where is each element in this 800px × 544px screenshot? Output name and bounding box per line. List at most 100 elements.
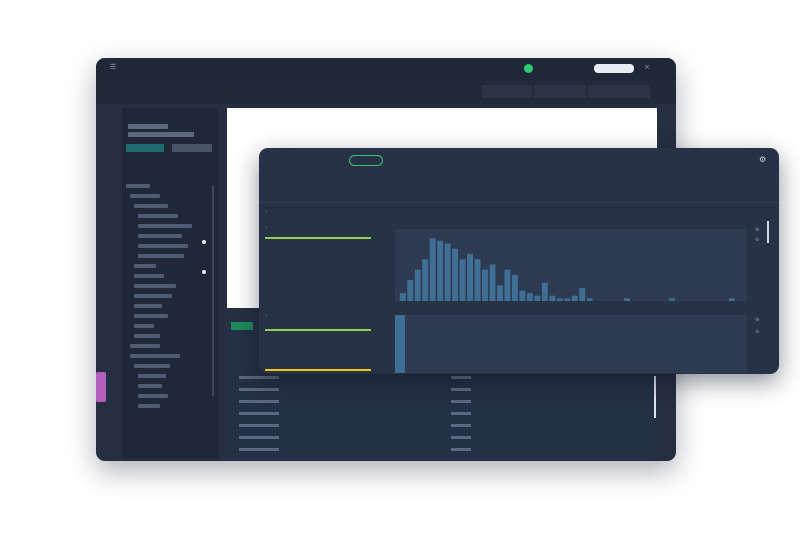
tree-item[interactable]: [134, 284, 176, 288]
tree-item[interactable]: [138, 254, 184, 258]
result-row[interactable]: [239, 400, 279, 403]
histogram-bar[interactable]: [429, 238, 436, 301]
histogram-bar[interactable]: [556, 298, 563, 301]
summary-row: [128, 132, 194, 137]
tree-item[interactable]: [134, 334, 160, 338]
control-group[interactable]: ›: [265, 209, 273, 215]
settings-gear-icon[interactable]: ⚙: [759, 155, 766, 164]
histogram-bar[interactable]: [467, 253, 473, 301]
histogram-bar[interactable]: [504, 269, 511, 301]
sidebar-search-input[interactable]: [128, 160, 212, 167]
tree-item[interactable]: [138, 214, 178, 218]
result-row[interactable]: [239, 412, 279, 415]
tree-item[interactable]: [126, 184, 150, 188]
tree-item[interactable]: [134, 364, 170, 368]
range-slider-yellow[interactable]: [265, 369, 371, 371]
histogram-bar[interactable]: [511, 274, 518, 301]
histogram-bar[interactable]: [399, 293, 406, 301]
result-row[interactable]: [451, 412, 471, 415]
summary-row: [128, 124, 168, 129]
toolbar-button[interactable]: [534, 85, 586, 98]
tree-item[interactable]: [138, 384, 162, 388]
histogram-bar[interactable]: [489, 264, 496, 301]
histogram-bar[interactable]: [541, 282, 548, 301]
histogram-bar[interactable]: [571, 295, 578, 301]
tree-item[interactable]: [134, 294, 172, 298]
tree-item[interactable]: [130, 354, 180, 358]
toolbar-button[interactable]: [482, 85, 532, 98]
tree-item[interactable]: [138, 374, 166, 378]
sidebar: [122, 108, 218, 458]
tree-item[interactable]: [130, 344, 160, 348]
tree-item[interactable]: [130, 194, 160, 198]
tree-item[interactable]: [138, 234, 182, 238]
control-group[interactable]: ›: [265, 313, 273, 319]
sidebar-scrollbar[interactable]: [212, 186, 214, 396]
histogram-bar[interactable]: [459, 259, 466, 301]
histogram-bar[interactable]: [414, 269, 421, 301]
tree-marker-icon: [202, 240, 206, 244]
zoom-in-icon[interactable]: ⊕: [755, 227, 759, 233]
histogram-bar[interactable]: [519, 290, 526, 301]
result-row[interactable]: [451, 424, 471, 427]
histogram-bar[interactable]: [549, 295, 556, 301]
zoom-in-icon[interactable]: ⊕: [755, 317, 759, 323]
histogram-bar[interactable]: [579, 287, 586, 301]
histogram-bar[interactable]: [422, 259, 429, 301]
tree-item[interactable]: [134, 304, 162, 308]
histogram-bar[interactable]: [444, 243, 451, 301]
histogram-bar[interactable]: [452, 248, 459, 301]
tree-item[interactable]: [138, 394, 168, 398]
tree-item[interactable]: [138, 244, 188, 248]
zoom-out-icon[interactable]: ⊖: [755, 329, 759, 335]
result-row[interactable]: [239, 388, 279, 391]
results-tab[interactable]: [231, 322, 253, 330]
result-row[interactable]: [239, 448, 279, 451]
results-scrollbar[interactable]: [654, 376, 656, 418]
range-slider-green[interactable]: [265, 237, 371, 239]
histogram-bar[interactable]: [624, 298, 631, 301]
menu-icon[interactable]: ☰: [110, 63, 116, 71]
toolbar-button[interactable]: [588, 85, 650, 98]
result-row[interactable]: [451, 436, 471, 439]
histogram-bar[interactable]: [669, 298, 675, 301]
histogram-bar[interactable]: [564, 298, 571, 301]
control-group[interactable]: ›: [265, 225, 273, 231]
dialog-tab-active[interactable]: [349, 155, 383, 166]
result-row[interactable]: [239, 424, 279, 427]
histogram-bar[interactable]: [482, 269, 488, 301]
chart-scroll-handle[interactable]: [767, 221, 769, 243]
side-extension-tab[interactable]: [96, 372, 106, 402]
secondary-plot-area[interactable]: [395, 315, 747, 373]
range-slider-green[interactable]: [265, 329, 371, 331]
histogram-bar[interactable]: [407, 280, 414, 301]
histogram-svg: [399, 238, 735, 301]
result-row[interactable]: [239, 436, 279, 439]
histogram-bar[interactable]: [474, 259, 481, 301]
tree-item[interactable]: [134, 324, 154, 328]
result-row[interactable]: [451, 376, 471, 379]
tree-item[interactable]: [134, 314, 168, 318]
result-row[interactable]: [451, 388, 471, 391]
sidebar-tab-primary[interactable]: [126, 144, 164, 152]
tree-item[interactable]: [138, 224, 192, 228]
account-button[interactable]: [594, 64, 634, 73]
histogram-bar[interactable]: [526, 293, 533, 301]
histogram-bar[interactable]: [728, 298, 735, 301]
result-row[interactable]: [239, 376, 279, 379]
result-row[interactable]: [451, 448, 471, 451]
sidebar-tab-secondary[interactable]: [172, 144, 212, 152]
zoom-out-icon[interactable]: ⊖: [755, 237, 759, 243]
tree-item[interactable]: [134, 264, 156, 268]
close-icon[interactable]: ×: [644, 63, 650, 71]
tree-item[interactable]: [134, 204, 168, 208]
secondary-bar: [395, 315, 405, 373]
histogram-bar[interactable]: [586, 298, 593, 301]
sidebar-header: [126, 112, 212, 120]
histogram-bar[interactable]: [534, 295, 541, 301]
result-row[interactable]: [451, 400, 471, 403]
tree-item[interactable]: [134, 274, 164, 278]
histogram-bar[interactable]: [437, 240, 444, 301]
tree-item[interactable]: [138, 404, 160, 408]
histogram-bar[interactable]: [497, 285, 503, 301]
